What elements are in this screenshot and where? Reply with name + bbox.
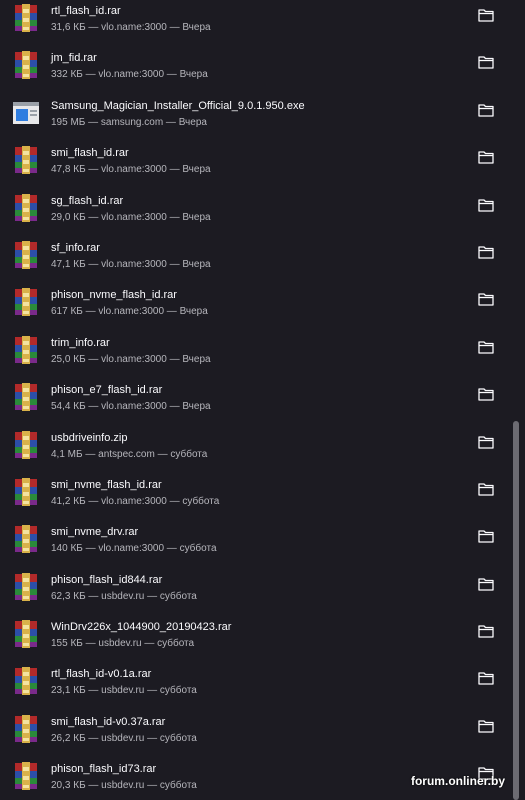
folder-icon[interactable] xyxy=(478,103,494,117)
download-filename: jm_fid.rar xyxy=(51,52,97,65)
download-item[interactable]: phison_e7_flash_id.rar 54,4 КБ — vlo.name… xyxy=(0,373,508,420)
folder-icon[interactable] xyxy=(478,55,494,70)
download-filename: smi_flash_id.rar xyxy=(51,147,129,160)
rar-archive-icon xyxy=(12,193,40,222)
rar-archive-icon xyxy=(12,762,40,791)
download-item[interactable]: sf_info.rar 47,1 КБ — vlo.name:3000 — Вче… xyxy=(0,231,508,278)
download-details: 47,1 КБ — vlo.name:3000 — Вчера xyxy=(51,258,211,270)
folder-icon[interactable] xyxy=(478,435,494,449)
download-filename: smi_nvme_drv.rar xyxy=(51,526,139,539)
download-filename: phison_nvme_flash_id.rar xyxy=(51,289,177,302)
rar-archive-icon xyxy=(12,383,40,412)
download-filename: phison_flash_id73.rar xyxy=(51,763,157,776)
folder-icon[interactable] xyxy=(478,482,494,496)
watermark: forum.onliner.by xyxy=(410,774,505,788)
folder-icon[interactable] xyxy=(478,292,494,306)
download-filename: phison_flash_id844.rar xyxy=(51,573,163,586)
download-details: 47,8 КБ — vlo.name:3000 — Вчера xyxy=(51,164,211,176)
download-filename: smi_nvme_flash_id.rar xyxy=(51,478,162,491)
folder-icon[interactable] xyxy=(478,529,494,543)
folder-icon[interactable] xyxy=(478,387,494,401)
download-item[interactable]: trim_info.rar 25,0 КБ — vlo.name:3000 — В… xyxy=(0,326,508,373)
folder-icon[interactable] xyxy=(478,8,494,22)
download-item[interactable]: smi_flash_id.rar 47,8 КБ — vlo.name:3000 … xyxy=(0,136,508,183)
download-item[interactable]: smi_nvme_drv.rar 140 КБ — vlo.name:3000 —… xyxy=(0,515,508,562)
download-details: 29,0 КБ — vlo.name:3000 — Вчера xyxy=(51,211,211,223)
download-details: 54,4 КБ — vlo.name:3000 — Вчера xyxy=(51,401,211,413)
rar-archive-icon xyxy=(12,51,40,80)
scrollbar-thumb[interactable] xyxy=(513,421,519,800)
rar-archive-icon xyxy=(12,572,40,601)
download-details: 62,3 КБ — usbdev.ru — суббота xyxy=(51,590,197,602)
download-filename: phison_e7_flash_id.rar xyxy=(51,384,163,397)
download-details: 140 КБ — vlo.name:3000 — суббота xyxy=(51,543,217,555)
download-details: 25,0 КБ — vlo.name:3000 — Вчера xyxy=(51,353,211,365)
folder-icon[interactable] xyxy=(478,245,494,259)
folder-icon[interactable] xyxy=(478,150,494,164)
download-details: 41,2 КБ — vlo.name:3000 — суббота xyxy=(51,495,220,507)
download-item[interactable]: phison_flash_id844.rar 62,3 КБ — usbdev.r… xyxy=(0,563,508,610)
download-filename: trim_info.rar xyxy=(51,336,110,349)
download-details: 4,1 МБ — antspec.com — суббота xyxy=(51,448,208,460)
download-item[interactable]: phison_nvme_flash_id.rar 617 КБ — vlo.nam… xyxy=(0,278,508,325)
download-item[interactable]: jm_fid.rar 332 КБ — vlo.name:3000 — Вчера xyxy=(0,41,508,88)
rar-archive-icon xyxy=(12,477,40,506)
download-details: 332 КБ — vlo.name:3000 — Вчера xyxy=(51,69,208,81)
download-item[interactable]: smi_nvme_flash_id.rar 41,2 КБ — vlo.name:… xyxy=(0,468,508,515)
folder-icon[interactable] xyxy=(478,340,494,354)
download-filename: sf_info.rar xyxy=(51,241,100,254)
download-filename: rtl_flash_id-v0.1a.rar xyxy=(51,668,152,681)
download-filename: usbdriveinfo.zip xyxy=(51,431,128,444)
folder-icon[interactable] xyxy=(478,198,494,212)
download-item[interactable]: Samsung_Magician_Installer_Official_9.0.… xyxy=(0,89,508,136)
rar-archive-icon xyxy=(12,288,40,317)
download-details: 155 КБ — usbdev.ru — суббота xyxy=(51,638,195,650)
download-item[interactable]: rtl_flash_id.rar 31,6 КБ — vlo.name:3000 … xyxy=(0,0,508,41)
exe-installer-icon xyxy=(12,99,40,127)
download-details: 23,1 КБ — usbdev.ru — суббота xyxy=(51,685,197,697)
download-filename: Samsung_Magician_Installer_Official_9.0.… xyxy=(51,99,305,112)
download-details: 195 МБ — samsung.com — Вчера xyxy=(51,116,207,128)
rar-archive-icon xyxy=(12,430,40,459)
download-details: 617 КБ — vlo.name:3000 — Вчера xyxy=(51,306,208,318)
downloads-list: rtl_flash_id.rar 31,6 КБ — vlo.name:3000 … xyxy=(0,0,508,800)
rar-archive-icon xyxy=(12,335,40,364)
download-filename: WinDrv226x_1044900_20190423.rar xyxy=(51,621,232,634)
folder-icon[interactable] xyxy=(478,719,494,733)
download-filename: rtl_flash_id.rar xyxy=(51,5,121,17)
folder-icon[interactable] xyxy=(478,624,494,638)
rar-archive-icon xyxy=(12,146,40,175)
download-item[interactable]: sg_flash_id.rar 29,0 КБ — vlo.name:3000 —… xyxy=(0,184,508,231)
download-item[interactable]: rtl_flash_id-v0.1a.rar 23,1 КБ — usbdev.r… xyxy=(0,657,508,704)
download-item[interactable]: WinDrv226x_1044900_20190423.rar 155 КБ — … xyxy=(0,610,508,657)
folder-icon[interactable] xyxy=(478,577,494,591)
download-filename: sg_flash_id.rar xyxy=(51,194,124,207)
rar-archive-icon xyxy=(12,667,40,696)
rar-archive-icon xyxy=(12,714,40,743)
rar-archive-icon xyxy=(12,525,40,554)
download-details: 26,2 КБ — usbdev.ru — суббота xyxy=(51,732,197,744)
folder-icon[interactable] xyxy=(478,671,494,686)
download-details: 20,3 КБ — usbdev.ru — суббота xyxy=(51,780,197,792)
download-filename: smi_flash_id-v0.37a.rar xyxy=(51,715,166,728)
download-item[interactable]: usbdriveinfo.zip 4,1 МБ — antspec.com — с… xyxy=(0,421,508,468)
rar-archive-icon xyxy=(12,4,40,32)
download-details: 31,6 КБ — vlo.name:3000 — Вчера xyxy=(51,22,211,33)
rar-archive-icon xyxy=(12,240,40,269)
rar-archive-icon xyxy=(12,620,40,649)
download-item[interactable]: smi_flash_id-v0.37a.rar 26,2 КБ — usbdev.… xyxy=(0,705,508,752)
